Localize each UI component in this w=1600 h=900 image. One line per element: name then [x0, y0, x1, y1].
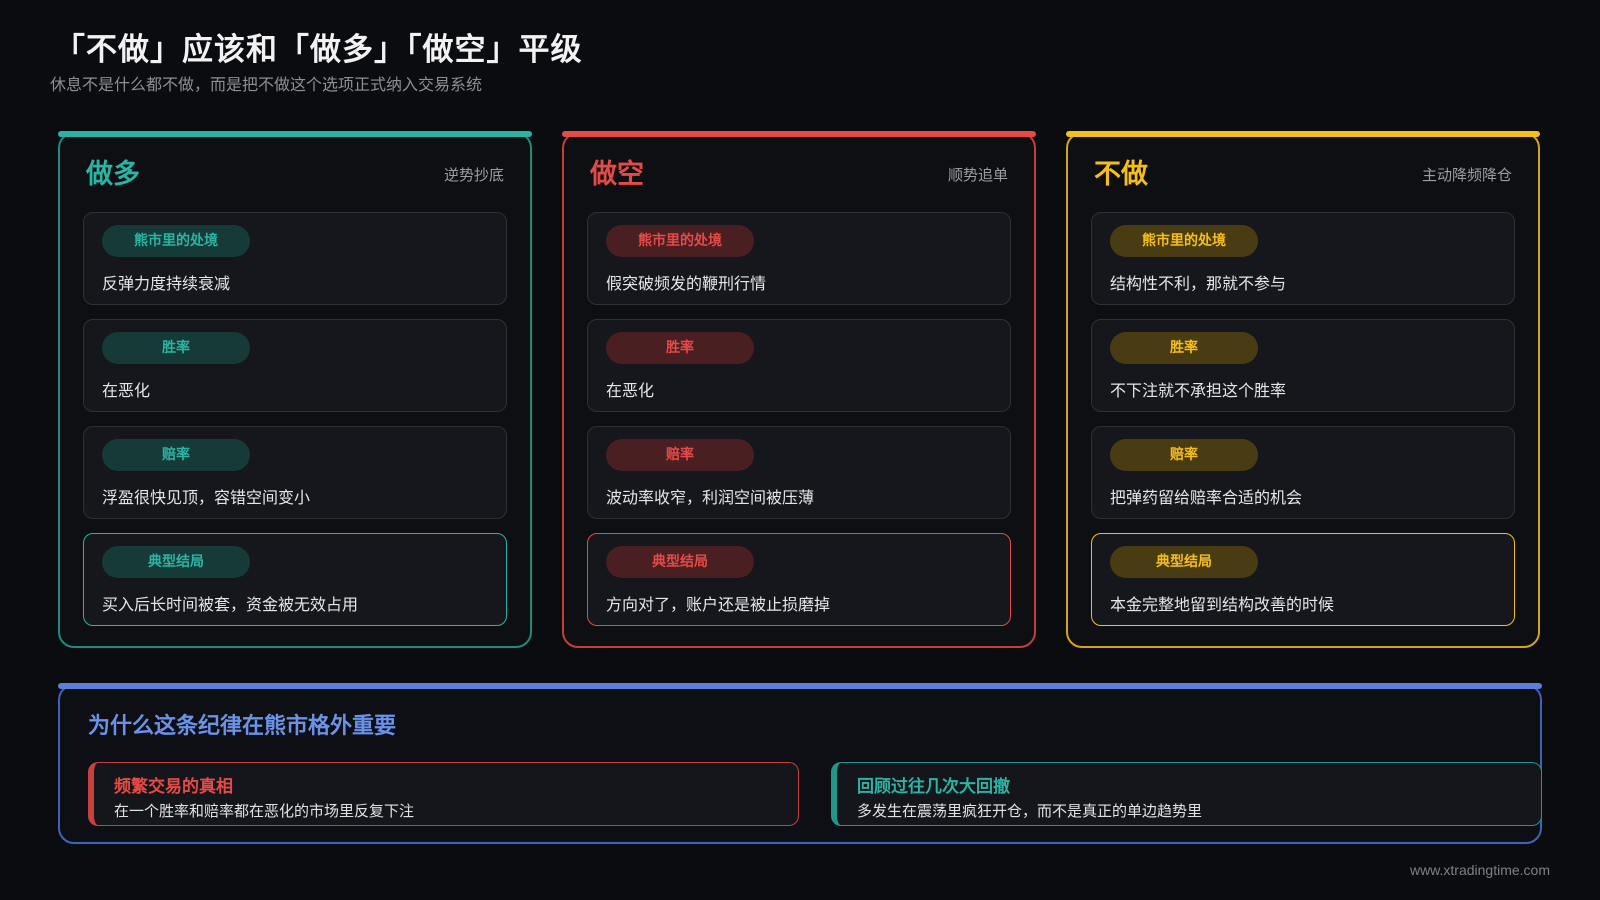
odds-text: 把弹药留给赔率合适的机会: [1110, 488, 1303, 507]
outcome-text: 方向对了，账户还是被止损磨掉: [606, 595, 831, 614]
column-title: 做多: [86, 159, 140, 190]
odds-card: 赔率 把弹药留给赔率合适的机会: [1091, 426, 1515, 519]
situation-pill: 熊市里的处境: [606, 225, 754, 257]
reason-card: 频繁交易的真相 在一个胜率和赔率都在恶化的市场里反复下注: [88, 762, 799, 826]
win-rate-pill: 胜率: [1110, 332, 1258, 364]
outcome-pill: 典型结局: [1110, 546, 1258, 578]
situation-pill: 熊市里的处境: [102, 225, 250, 257]
odds-pill: 赔率: [1110, 439, 1258, 471]
page-subtitle: 休息不是什么都不做，而是把不做这个选项正式纳入交易系统: [50, 75, 483, 94]
reason-title: 频繁交易的真相: [114, 777, 233, 797]
win-rate-text: 在恶化: [606, 381, 655, 400]
odds-pill: 赔率: [606, 439, 754, 471]
odds-text: 波动率收窄，利润空间被压薄: [606, 488, 815, 507]
situation-card: 熊市里的处境 反弹力度持续衰减: [83, 212, 507, 305]
column-long: 做多 逆势抄底 熊市里的处境 反弹力度持续衰减 胜率 在恶化 赔率 浮盈很快见顶…: [58, 131, 532, 648]
outcome-text: 买入后长时间被套，资金被无效占用: [102, 595, 359, 614]
outcome-pill: 典型结局: [606, 546, 754, 578]
outcome-card: 典型结局 买入后长时间被套，资金被无效占用: [83, 533, 507, 626]
situation-card: 熊市里的处境 结构性不利，那就不参与: [1091, 212, 1515, 305]
outcome-text: 本金完整地留到结构改善的时候: [1110, 595, 1335, 614]
reason-title: 回顾过往几次大回撤: [857, 777, 1010, 797]
reason-text: 在一个胜率和赔率都在恶化的市场里反复下注: [114, 802, 415, 820]
odds-card: 赔率 浮盈很快见顶，容错空间变小: [83, 426, 507, 519]
win-rate-text: 在恶化: [102, 381, 151, 400]
win-rate-card: 胜率 在恶化: [587, 319, 1011, 412]
column-tag: 顺势追单: [947, 166, 1008, 184]
page-title: 「不做」应该和「做多」「做空」平级: [54, 32, 583, 68]
odds-card: 赔率 波动率收窄，利润空间被压薄: [587, 426, 1011, 519]
odds-text: 浮盈很快见顶，容错空间变小: [102, 488, 311, 507]
column-stand-aside: 不做 主动降频降仓 熊市里的处境 结构性不利，那就不参与 胜率 不下注就不承担这…: [1066, 131, 1540, 648]
website-url: www.xtradingtime.com: [1409, 862, 1550, 878]
outcome-pill: 典型结局: [102, 546, 250, 578]
panel-title: 为什么这条纪律在熊市格外重要: [88, 714, 397, 739]
win-rate-card: 胜率 不下注就不承担这个胜率: [1091, 319, 1515, 412]
situation-text: 反弹力度持续衰减: [102, 274, 231, 293]
odds-pill: 赔率: [102, 439, 250, 471]
column-tag: 主动降频降仓: [1421, 166, 1512, 184]
win-rate-pill: 胜率: [102, 332, 250, 364]
column-short: 做空 顺势追单 熊市里的处境 假突破频发的鞭刑行情 胜率 在恶化 赔率 波动率收…: [562, 131, 1036, 648]
column-title: 不做: [1094, 159, 1148, 190]
win-rate-text: 不下注就不承担这个胜率: [1110, 381, 1287, 400]
column-title: 做空: [590, 159, 644, 190]
situation-pill: 熊市里的处境: [1110, 225, 1258, 257]
reason-text: 多发生在震荡里疯狂开仓，而不是真正的单边趋势里: [857, 802, 1203, 820]
situation-text: 结构性不利，那就不参与: [1110, 274, 1287, 293]
win-rate-pill: 胜率: [606, 332, 754, 364]
outcome-card: 典型结局 本金完整地留到结构改善的时候: [1091, 533, 1515, 626]
why-it-matters-panel: 为什么这条纪律在熊市格外重要 频繁交易的真相 在一个胜率和赔率都在恶化的市场里反…: [58, 683, 1542, 844]
column-tag: 逆势抄底: [443, 166, 504, 184]
win-rate-card: 胜率 在恶化: [83, 319, 507, 412]
situation-text: 假突破频发的鞭刑行情: [606, 274, 767, 293]
situation-card: 熊市里的处境 假突破频发的鞭刑行情: [587, 212, 1011, 305]
reason-card: 回顾过往几次大回撤 多发生在震荡里疯狂开仓，而不是真正的单边趋势里: [831, 762, 1542, 826]
outcome-card: 典型结局 方向对了，账户还是被止损磨掉: [587, 533, 1011, 626]
